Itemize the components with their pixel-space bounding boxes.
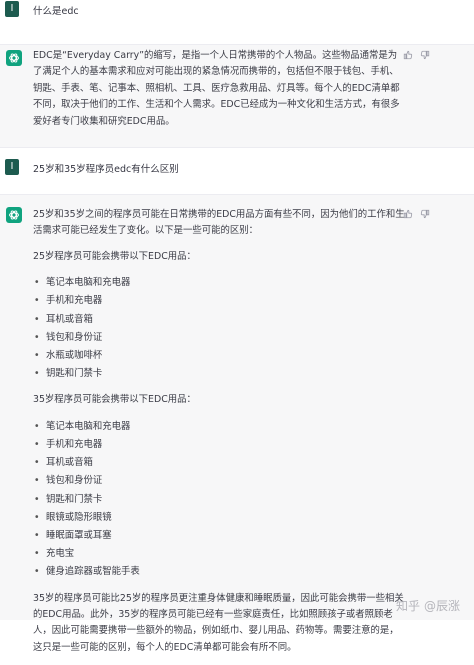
user-message-2: I 25岁和35岁程序员edc有什么区别: [0, 148, 474, 194]
section-35-list: 笔记本电脑和充电器 手机和充电器 耳机或音箱 钱包和身份证 钥匙和门禁卡 眼镜或…: [33, 418, 405, 582]
list-item: 水瓶或咖啡杯: [33, 347, 405, 365]
list-item: 手机和充电器: [33, 292, 405, 310]
user-message-1: I 什么是edc: [0, 0, 474, 44]
user-avatar: I: [5, 1, 19, 17]
message-actions: [403, 209, 430, 219]
section-25-title: 25岁程序员可能会携带以下EDC用品：: [33, 250, 196, 262]
list-item: 眼镜或隐形眼镜: [33, 509, 405, 527]
list-item: 钥匙和门禁卡: [33, 491, 405, 509]
section-35-title: 35岁程序员可能会携带以下EDC用品：: [33, 394, 196, 406]
list-item: 耳机或音箱: [33, 454, 405, 472]
assistant-avatar: [6, 50, 22, 66]
list-item: 手机和充电器: [33, 436, 405, 454]
watermark-site: 知乎: [395, 599, 420, 613]
openai-logo-icon: [9, 53, 19, 63]
openai-logo-icon: [9, 210, 19, 220]
list-item: 钱包和身份证: [33, 472, 405, 490]
thumbs-up-icon[interactable]: [403, 209, 413, 219]
list-item: 健身追踪器或智能手表: [33, 563, 405, 581]
zhihu-watermark: 知乎 @辰涨: [396, 597, 460, 614]
assistant-message-1: EDC是“Everyday Carry”的缩写，是指一个人日常携带的个人物品。这…: [0, 44, 474, 148]
list-item: 耳机或音箱: [33, 311, 405, 329]
list-item: 钥匙和门禁卡: [33, 365, 405, 383]
assistant-message-text: EDC是“Everyday Carry”的缩写，是指一个人日常携带的个人物品。这…: [33, 48, 405, 139]
paragraph: EDC是“Everyday Carry”的缩写，是指一个人日常携带的个人物品。这…: [33, 50, 400, 127]
watermark-author: @辰涨: [423, 599, 460, 613]
intro-paragraph: 25岁和35岁之间的程序员可能在日常携带的EDC用品方面有些不同，因为他们的工作…: [33, 209, 405, 237]
list-item: 笔记本电脑和充电器: [33, 274, 405, 292]
assistant-message-text: 25岁和35岁之间的程序员可能在日常携带的EDC用品方面有些不同，因为他们的工作…: [33, 207, 405, 665]
user-message-text: 25岁和35岁程序员edc有什么区别: [33, 164, 179, 175]
user-avatar: I: [5, 159, 19, 175]
thumbs-up-icon[interactable]: [403, 50, 413, 60]
thumbs-down-icon[interactable]: [420, 50, 430, 60]
message-actions: [403, 50, 430, 60]
assistant-message-2: 25岁和35岁之间的程序员可能在日常携带的EDC用品方面有些不同，因为他们的工作…: [0, 194, 474, 653]
list-item: 充电宝: [33, 545, 405, 563]
section-25-list: 笔记本电脑和充电器 手机和充电器 耳机或音箱 钱包和身份证 水瓶或咖啡杯 钥匙和…: [33, 274, 405, 383]
assistant-avatar: [6, 207, 22, 223]
conclusion-paragraph: 35岁的程序员可能比25岁的程序员更注重身体健康和睡眠质量，因此可能会携带一些相…: [33, 592, 404, 653]
user-message-text: 什么是edc: [33, 6, 79, 17]
list-item: 笔记本电脑和充电器: [33, 418, 405, 436]
list-item: 睡眠面罩或耳塞: [33, 527, 405, 545]
thumbs-down-icon[interactable]: [420, 209, 430, 219]
list-item: 钱包和身份证: [33, 329, 405, 347]
